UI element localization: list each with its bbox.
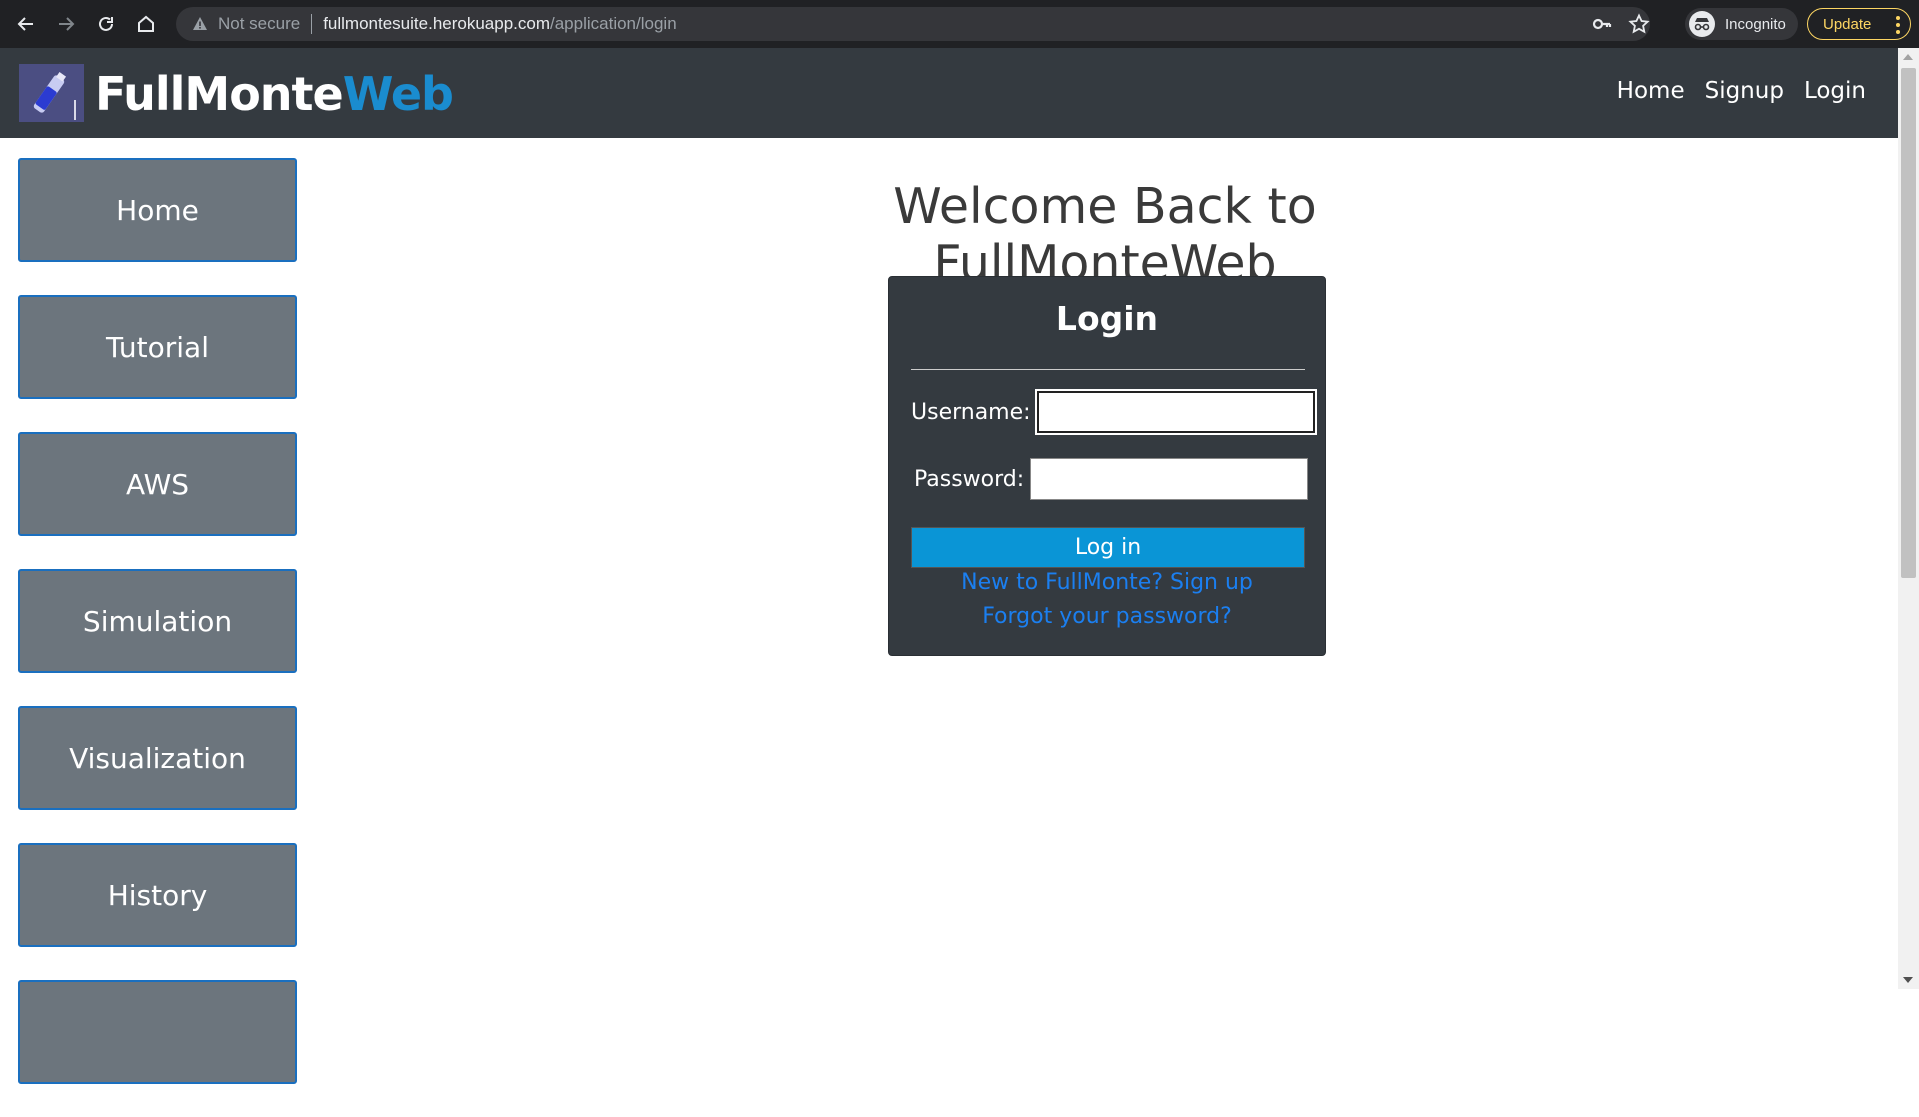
scrollbar-thumb[interactable] — [1901, 68, 1916, 578]
incognito-label: Incognito — [1725, 15, 1786, 33]
login-form: Login Username: Password: Log in New to … — [888, 276, 1326, 656]
site-brand[interactable]: FullMonteWeb — [95, 67, 454, 121]
sidebar: Home Tutorial AWS Simulation Visualizati… — [18, 158, 297, 1117]
sidebar-item-partial[interactable] — [18, 980, 297, 1084]
browser-update-button[interactable]: Update — [1807, 8, 1911, 40]
url-text: fullmontesuite.herokuapp.com/application… — [323, 14, 676, 34]
sidebar-item-home[interactable]: Home — [18, 158, 297, 262]
home-icon[interactable] — [132, 10, 160, 38]
username-row: Username: — [911, 389, 1317, 435]
browser-toolbar: Not secure fullmontesuite.herokuapp.com/… — [0, 0, 1919, 48]
nav-signup-link[interactable]: Signup — [1705, 78, 1784, 104]
password-label: Password: — [914, 466, 1025, 492]
sidebar-item-history[interactable]: History — [18, 843, 297, 947]
incognito-indicator[interactable]: Incognito — [1685, 8, 1798, 40]
login-title: Login — [1055, 299, 1159, 338]
url-path: /application/login — [550, 14, 677, 33]
forward-arrow-icon[interactable] — [52, 10, 80, 38]
bookmark-star-icon[interactable] — [1628, 13, 1650, 35]
key-icon[interactable] — [1592, 15, 1612, 33]
password-input[interactable] — [1030, 458, 1309, 500]
sidebar-item-tutorial[interactable]: Tutorial — [18, 295, 297, 399]
sidebar-item-visualization[interactable]: Visualization — [18, 706, 297, 810]
url-host: fullmontesuite.herokuapp.com — [323, 14, 550, 33]
page-title: Welcome Back to FullMonteWeb — [893, 178, 1317, 292]
sidebar-item-aws[interactable]: AWS — [18, 432, 297, 536]
forgot-password-link[interactable]: Forgot your password? — [889, 604, 1325, 629]
warning-icon[interactable] — [190, 14, 210, 34]
top-nav: Home Signup Login — [1617, 78, 1866, 104]
page-scrollbar[interactable] — [1898, 48, 1919, 989]
update-label: Update — [1823, 15, 1872, 33]
back-arrow-icon[interactable] — [12, 10, 40, 38]
reload-icon[interactable] — [92, 10, 120, 38]
divider — [911, 369, 1305, 370]
login-button[interactable]: Log in — [911, 527, 1305, 568]
brand-accent: Web — [342, 67, 454, 121]
address-bar[interactable]: Not secure fullmontesuite.herokuapp.com/… — [176, 7, 1650, 41]
password-row: Password: — [914, 458, 1309, 500]
sidebar-item-simulation[interactable]: Simulation — [18, 569, 297, 673]
username-label: Username: — [911, 399, 1031, 425]
security-label: Not secure — [218, 14, 301, 33]
scroll-up-arrow-icon[interactable] — [1903, 54, 1913, 60]
nav-login-link[interactable]: Login — [1804, 78, 1866, 104]
username-input[interactable] — [1034, 389, 1317, 435]
scroll-down-arrow-icon[interactable] — [1903, 977, 1913, 983]
nav-home-link[interactable]: Home — [1617, 78, 1685, 104]
signup-link[interactable]: New to FullMonte? Sign up — [889, 570, 1325, 595]
more-vert-icon — [1896, 16, 1900, 34]
separator — [311, 14, 313, 34]
brand-main: FullMonte — [95, 67, 344, 121]
incognito-icon — [1689, 11, 1715, 37]
site-navbar: FullMonteWeb Home Signup Login — [0, 48, 1898, 138]
logo-image[interactable] — [19, 64, 84, 122]
